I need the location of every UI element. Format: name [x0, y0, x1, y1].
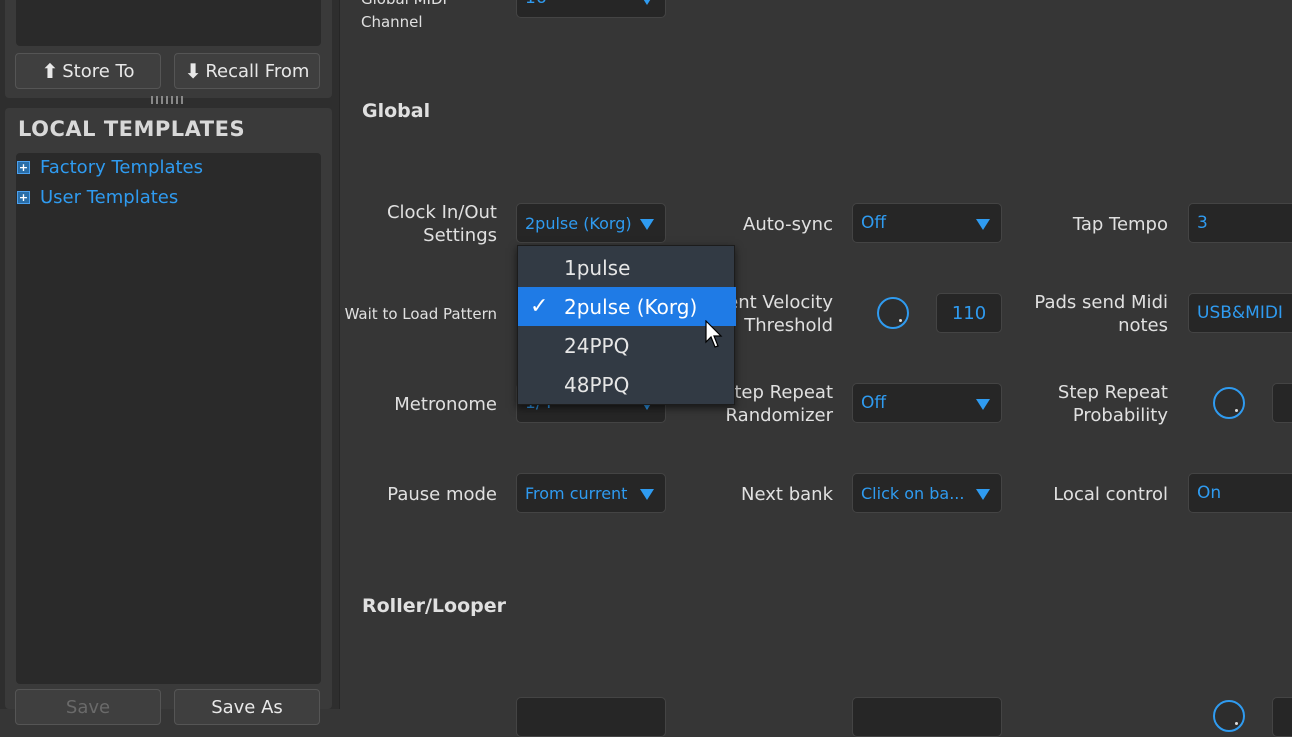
- down-arrow-icon: ⬇: [184, 59, 202, 83]
- tap-tempo-label: Tap Tempo: [1072, 214, 1168, 235]
- pause-mode-select[interactable]: From current: [516, 473, 666, 513]
- section-roller-looper: Roller/Looper: [362, 595, 506, 617]
- clock-settings-dropdown-menu: 1pulse ✓ 2pulse (Korg) 24PPQ 48PPQ: [517, 245, 736, 405]
- wait-to-load-pattern-label: Wait to Load Pattern: [344, 305, 497, 323]
- dropdown-arrow-icon: [640, 489, 654, 500]
- dropdown-arrow-icon: [976, 219, 990, 230]
- pads-send-midi-select[interactable]: USB&MIDI: [1188, 293, 1292, 333]
- roller-knob[interactable]: [1213, 700, 1245, 732]
- tree-item-factory-templates[interactable]: + Factory Templates: [16, 157, 203, 178]
- dropdown-arrow-icon: [640, 0, 654, 5]
- metronome-label: Metronome: [394, 394, 497, 415]
- step-repeat-randomizer-select[interactable]: Off: [852, 383, 1002, 423]
- menu-item-48ppq[interactable]: 48PPQ: [518, 365, 736, 404]
- step-repeat-probability-value[interactable]: [1272, 383, 1292, 423]
- store-to-button[interactable]: ⬆ Store To: [15, 53, 161, 89]
- auto-sync-select[interactable]: Off: [852, 203, 1002, 243]
- save-as-button[interactable]: Save As: [174, 689, 320, 725]
- global-midi-channel-select[interactable]: 16: [516, 0, 666, 18]
- expand-icon[interactable]: +: [17, 191, 30, 204]
- global-midi-channel-label: Global MIDI Channel: [361, 0, 447, 31]
- tree-item-user-templates[interactable]: + User Templates: [16, 187, 178, 208]
- clock-settings-label: Clock In/Out Settings: [386, 202, 497, 246]
- resize-grip[interactable]: [147, 96, 187, 104]
- pause-mode-label: Pause mode: [387, 484, 497, 505]
- roller-select-2[interactable]: [852, 697, 1002, 737]
- templates-tree: + Factory Templates + User Templates: [16, 153, 321, 684]
- checkmark-icon: ✓: [530, 294, 549, 319]
- next-bank-select[interactable]: Click on ba...: [852, 473, 1002, 513]
- up-arrow-icon: ⬆: [41, 59, 59, 83]
- local-templates-title: LOCAL TEMPLATES: [18, 117, 246, 141]
- auto-sync-label: Auto-sync: [743, 214, 833, 235]
- pads-send-midi-label: Pads send Midi notes: [1034, 292, 1168, 336]
- section-global: Global: [362, 100, 431, 122]
- local-control-label: Local control: [1053, 484, 1168, 505]
- roller-value[interactable]: [1272, 697, 1292, 737]
- sidebar: ⬆ Store To ⬇ Recall From LOCAL TEMPLATES…: [0, 0, 340, 725]
- save-button[interactable]: Save: [15, 689, 161, 725]
- dropdown-arrow-icon: [640, 219, 654, 230]
- tap-tempo-select[interactable]: 3: [1188, 203, 1292, 243]
- store-list[interactable]: [16, 0, 321, 46]
- step-repeat-probability-label: Step Repeat Probability: [1057, 382, 1168, 426]
- local-control-select[interactable]: On: [1188, 473, 1292, 513]
- velocity-threshold-value[interactable]: 110: [936, 293, 1002, 333]
- clock-settings-select[interactable]: 2pulse (Korg): [516, 203, 666, 243]
- step-repeat-probability-knob[interactable]: [1213, 387, 1245, 419]
- menu-item-2pulse-korg[interactable]: ✓ 2pulse (Korg): [518, 287, 736, 326]
- recall-from-button[interactable]: ⬇ Recall From: [174, 53, 320, 89]
- mouse-cursor-icon: [705, 319, 725, 354]
- dropdown-arrow-icon: [976, 399, 990, 410]
- menu-item-24ppq[interactable]: 24PPQ: [518, 326, 736, 365]
- next-bank-label: Next bank: [741, 484, 833, 505]
- expand-icon[interactable]: +: [17, 161, 30, 174]
- roller-select-1[interactable]: [516, 697, 666, 737]
- menu-item-1pulse[interactable]: 1pulse: [518, 248, 736, 287]
- velocity-threshold-knob[interactable]: [877, 297, 909, 329]
- dropdown-arrow-icon: [976, 489, 990, 500]
